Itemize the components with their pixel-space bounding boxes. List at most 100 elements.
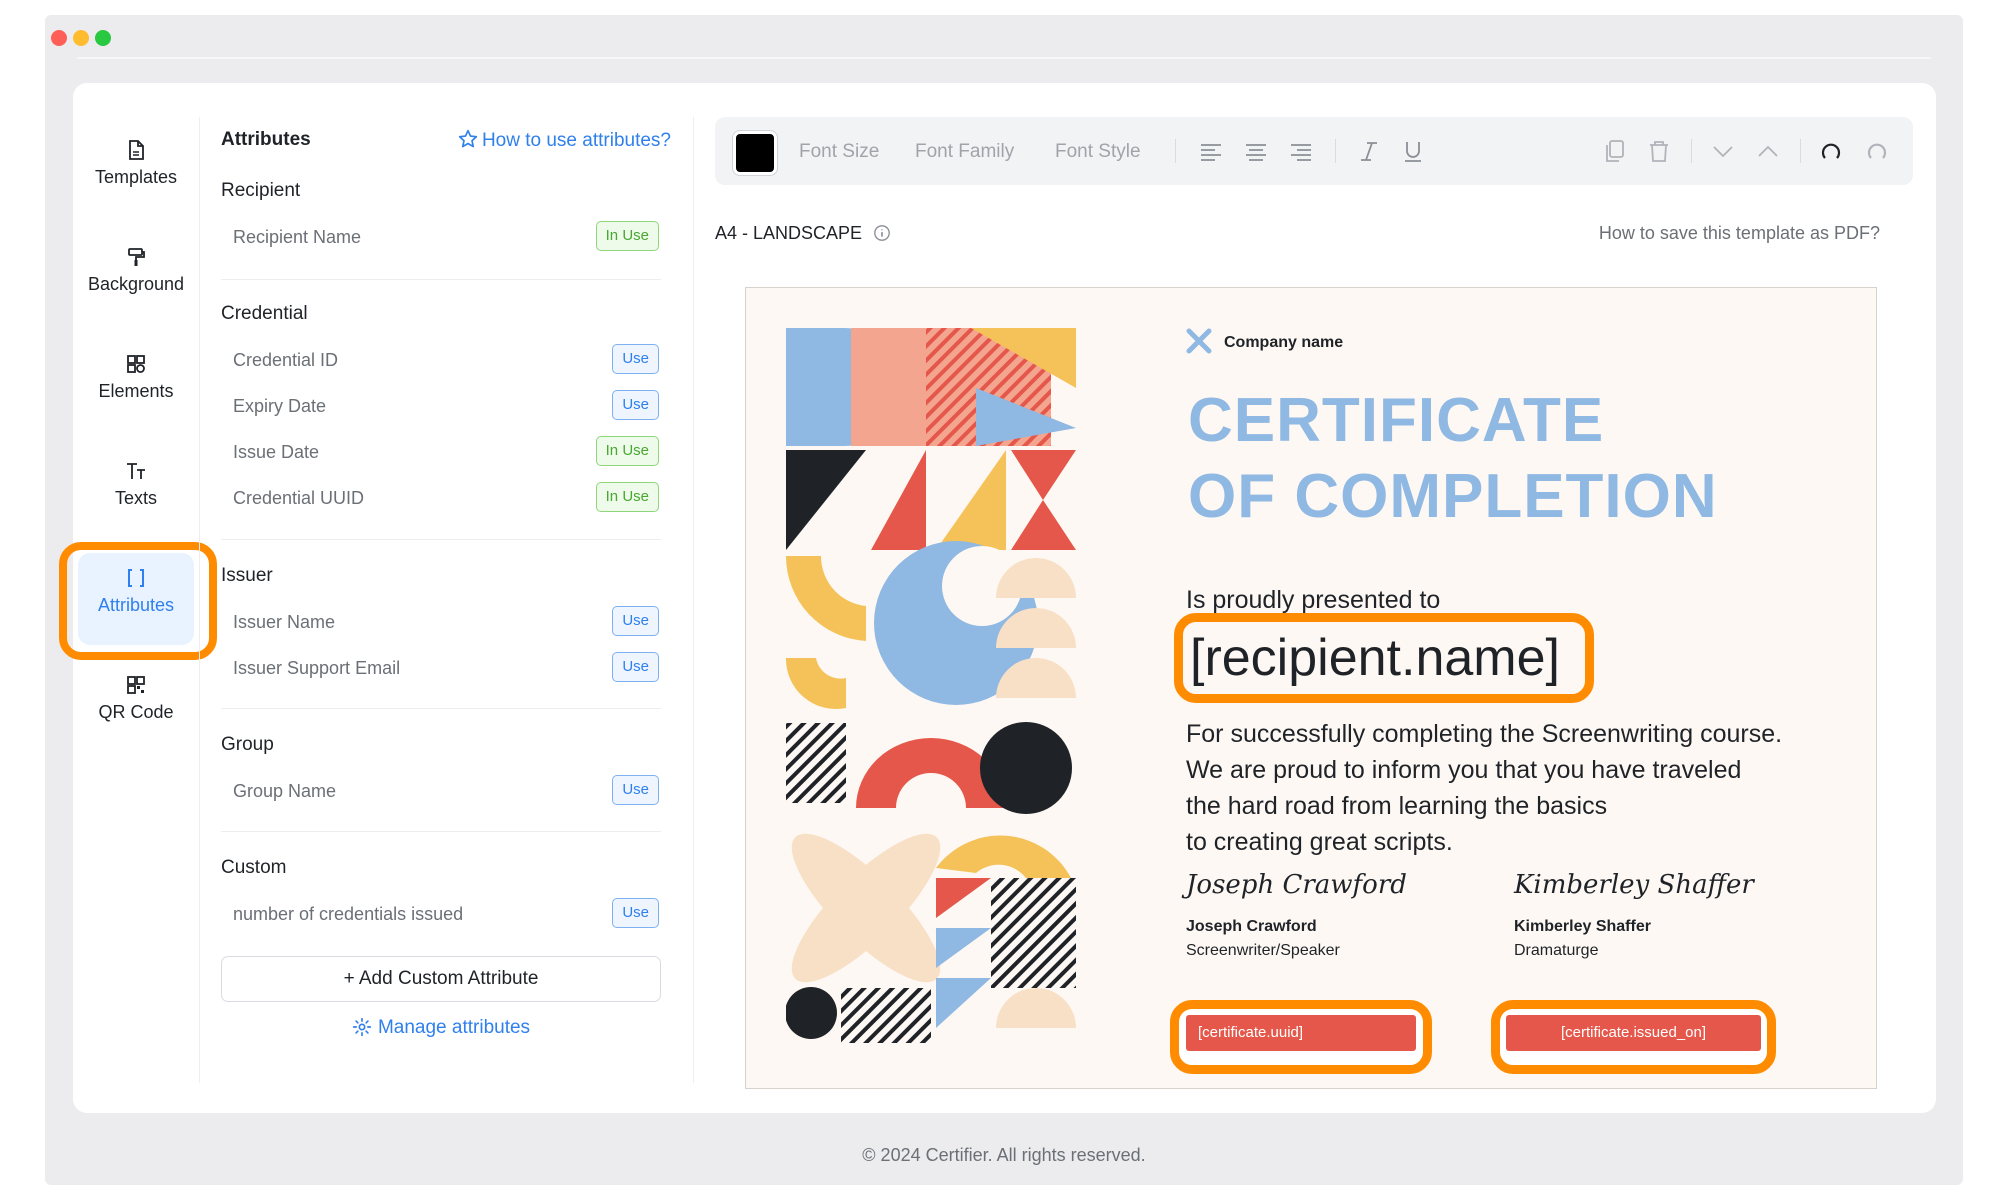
add-custom-attribute-button[interactable]: + Add Custom Attribute [221,956,661,1002]
title-line-1: CERTIFICATE [1188,386,1605,455]
paint-roller-icon [128,248,145,266]
maximize-window-button[interactable] [95,30,111,46]
certificate-body-text[interactable]: For successfully completing the Screenwr… [1186,716,1782,860]
align-right-icon[interactable] [1287,137,1315,165]
italic-icon[interactable] [1355,137,1383,165]
attribute-label: Issue Date [233,442,320,462]
body-line: We are proud to inform you that you have… [1186,756,1742,784]
in-use-badge[interactable]: In Use [595,436,659,466]
in-use-badge[interactable]: In Use [595,221,659,251]
move-up-icon[interactable] [1754,137,1782,165]
signature-1[interactable]: Joseph Crawford [1186,870,1407,900]
attribute-recipient-name: Recipient Name In Use [233,221,659,255]
attribute-label: Credential ID [233,350,339,370]
color-swatch[interactable] [733,131,777,175]
certificate-canvas[interactable]: Company name CERTIFICATE OF COMPLETION I… [745,287,1877,1089]
use-button[interactable]: Use [612,606,659,636]
toolbar-separator [1800,139,1801,163]
signer-1-name[interactable]: Joseph Crawford [1186,918,1317,936]
certificate-issued-on-placeholder[interactable]: [certificate.issued_on] [1506,1015,1761,1051]
font-family-select[interactable]: Font Family [915,141,1014,163]
editor-card: Templates Background Elements Texts Attr… [59,83,1936,1113]
toolbar-separator [1691,139,1692,163]
trash-icon[interactable] [1645,137,1673,165]
use-button[interactable]: Use [612,775,659,805]
nav-label: Background [87,274,185,294]
page-format-label: A4 - LANDSCAPE [715,223,891,244]
signature-2[interactable]: Kimberley Shaffer [1514,870,1754,900]
nav-item-qr-code[interactable]: QR Code [83,656,189,744]
attribute-credential-id: Credential ID Use [233,344,659,378]
section-divider [221,831,661,832]
use-button[interactable]: Use [612,898,659,928]
use-button[interactable]: Use [612,652,659,682]
nav-item-elements[interactable]: Elements [83,335,189,423]
how-to-use-attributes-link[interactable]: How to use attributes? [458,129,671,152]
font-size-select[interactable]: Font Size [799,141,879,163]
nav-label: Texts [114,488,157,508]
nav-label: Templates [94,167,178,187]
file-icon [129,140,144,160]
shapes-icon [127,355,145,373]
section-divider [221,279,661,280]
nav-item-attributes[interactable]: Attributes [83,549,189,637]
nav-label: QR Code [98,702,174,722]
duplicate-icon[interactable] [1601,137,1629,165]
nav-label: Attributes [97,595,175,615]
attribute-label: Expiry Date [233,396,327,416]
nav-item-background[interactable]: Background [83,228,189,316]
geometric-pattern-art [786,328,1076,1043]
recipient-name-placeholder[interactable]: [recipient.name] [1190,628,1560,688]
section-group: Group [221,734,274,755]
footer-copyright: © 2024 Certifier. All rights reserved. [862,1145,1146,1165]
gear-icon [352,1017,372,1037]
brackets-icon [128,569,144,587]
qr-code-icon [127,676,145,694]
company-name[interactable]: Company name [1224,334,1343,352]
attribute-label: Credential UUID [233,488,365,508]
close-window-button[interactable] [51,30,67,46]
attribute-label: Group Name [233,781,337,801]
title-line-2: OF COMPLETION [1188,462,1718,531]
title-bar [45,15,1963,59]
certificate-title[interactable]: CERTIFICATE OF COMPLETION [1188,383,1718,535]
company-logo-icon [1186,328,1212,354]
body-line: to creating great scripts. [1186,828,1453,856]
left-nav: Templates Background Elements Texts Attr… [59,83,217,1113]
attributes-panel: Attributes How to use attributes? Recipi… [221,83,671,1113]
section-credential: Credential [221,303,308,324]
presented-to-text[interactable]: Is proudly presented to [1186,586,1440,615]
save-as-pdf-link[interactable]: How to save this template as PDF? [1599,223,1880,244]
font-style-select[interactable]: Font Style [1055,141,1141,163]
align-left-icon[interactable] [1197,137,1225,165]
certificate-uuid-placeholder[interactable]: [certificate.uuid] [1186,1015,1416,1051]
toolbar-separator [1175,139,1176,163]
attribute-label: Recipient Name [233,227,362,247]
nav-item-texts[interactable]: Texts [83,442,189,530]
redo-icon[interactable] [1863,137,1891,165]
attribute-issuer-support-email: Issuer Support Email Use [233,652,659,686]
attribute-label: number of credentials issued [233,904,464,924]
attribute-group-name: Group Name Use [233,775,659,809]
use-button[interactable]: Use [612,344,659,374]
title-bar-divider [77,57,1931,59]
text-icon [127,463,145,479]
attribute-issue-date: Issue Date In Use [233,436,659,470]
move-down-icon[interactable] [1709,137,1737,165]
signer-2-role[interactable]: Dramaturge [1514,942,1598,960]
manage-attributes-link[interactable]: Manage attributes [221,1017,661,1039]
attribute-expiry-date: Expiry Date Use [233,390,659,424]
minimize-window-button[interactable] [73,30,89,46]
nav-item-templates[interactable]: Templates [83,121,189,209]
undo-icon[interactable] [1817,137,1845,165]
underline-icon[interactable] [1399,137,1427,165]
info-icon[interactable] [873,224,891,242]
use-button[interactable]: Use [612,390,659,420]
section-custom: Custom [221,857,287,878]
signer-1-role[interactable]: Screenwriter/Speaker [1186,942,1340,960]
align-center-icon[interactable] [1242,137,1270,165]
attribute-credentials-issued: number of credentials issued Use [233,898,659,932]
signer-2-name[interactable]: Kimberley Shaffer [1514,918,1651,936]
body-line: the hard road from learning the basics [1186,792,1608,820]
in-use-badge[interactable]: In Use [595,482,659,512]
